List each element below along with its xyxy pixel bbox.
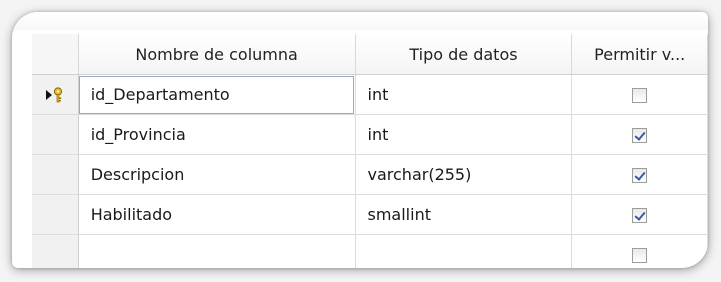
allow-nulls-cell[interactable] <box>571 114 708 155</box>
column-name-cell[interactable]: Habilitado <box>78 194 356 235</box>
allow-nulls-checkbox[interactable] <box>632 168 648 183</box>
column-name-cell[interactable] <box>78 234 356 268</box>
row-selector[interactable] <box>32 194 79 235</box>
column-name-cell[interactable]: Descripcion <box>78 154 356 195</box>
allow-nulls-checkbox[interactable] <box>632 208 648 223</box>
column-name-cell[interactable]: id_Departamento <box>78 74 356 115</box>
current-row-arrow-icon <box>46 90 53 100</box>
table-row[interactable]: id_Departamento int <box>32 74 708 115</box>
row-selector[interactable] <box>32 74 79 115</box>
allow-nulls-checkbox[interactable] <box>632 248 648 263</box>
allow-nulls-cell[interactable] <box>571 74 708 115</box>
data-type-cell[interactable]: smallint <box>355 194 573 235</box>
table-row[interactable]: id_Provincia int <box>32 114 708 155</box>
data-type-cell[interactable]: int <box>355 114 573 155</box>
data-type-cell[interactable]: varchar(255) <box>355 154 573 195</box>
row-selector[interactable] <box>32 234 79 268</box>
allow-nulls-checkbox[interactable] <box>632 128 648 143</box>
row-marker <box>46 87 63 103</box>
columns-grid: Nombre de columna Tipo de datos Permitir… <box>32 34 708 268</box>
data-type-cell[interactable]: int <box>355 74 573 115</box>
grid-header-row: Nombre de columna Tipo de datos Permitir… <box>32 34 708 75</box>
row-selector-header[interactable] <box>32 34 79 75</box>
data-type-cell[interactable] <box>355 234 573 268</box>
allow-nulls-cell[interactable] <box>571 234 708 268</box>
allow-nulls-cell[interactable] <box>571 194 708 235</box>
column-name-cell[interactable]: id_Provincia <box>78 114 356 155</box>
table-designer-panel: Nombre de columna Tipo de datos Permitir… <box>12 12 708 268</box>
data-type-header[interactable]: Tipo de datos <box>355 34 573 75</box>
allow-nulls-checkbox[interactable] <box>632 88 648 103</box>
column-name-header[interactable]: Nombre de columna <box>78 34 356 75</box>
allow-nulls-cell[interactable] <box>571 154 708 195</box>
row-selector[interactable] <box>32 154 79 195</box>
row-selector[interactable] <box>32 114 79 155</box>
primary-key-icon <box>53 87 63 103</box>
table-row[interactable]: Habilitado smallint <box>32 194 708 235</box>
table-row[interactable]: Descripcion varchar(255) <box>32 154 708 195</box>
allow-nulls-header[interactable]: Permitir v... <box>571 34 708 75</box>
new-row[interactable] <box>32 234 708 268</box>
